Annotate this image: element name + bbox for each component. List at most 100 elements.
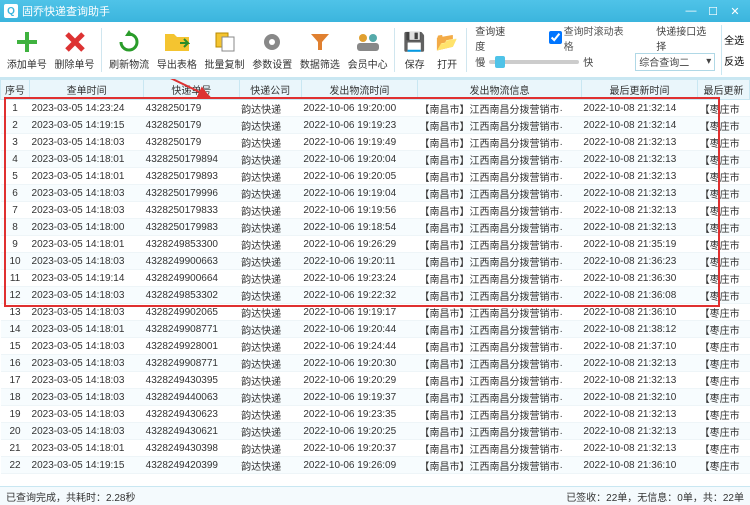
cell: 2022-10-06 19:20:05 [301, 168, 417, 185]
cell: 4328249902065 [144, 304, 239, 321]
table-row[interactable]: 82023-03-05 14:18:004328250179983韵达快递202… [1, 219, 750, 236]
cell: 2022-10-08 21:32:10 [581, 389, 697, 406]
table-row[interactable]: 72023-03-05 14:18:034328250179833韵达快递202… [1, 202, 750, 219]
add-button[interactable]: 添加单号 [4, 25, 50, 75]
cell: 4328249430395 [144, 372, 239, 389]
folder-open-icon: 📂 [433, 28, 461, 56]
member-button[interactable]: 会员中心 [345, 25, 391, 75]
cell: 2022-10-08 21:32:13 [581, 151, 697, 168]
table-row[interactable]: 192023-03-05 14:18:034328249430623韵达快递20… [1, 406, 750, 423]
cell: 2022-10-08 21:35:19 [581, 236, 697, 253]
port-combo[interactable]: 综合查询二▾ [635, 53, 715, 71]
cell: 【南昌市】江西南昌分拨营销市· [418, 321, 582, 338]
cell: 2022-10-06 19:20:00 [301, 100, 417, 117]
x-icon [61, 28, 89, 56]
cell: 【枣庄市 [698, 253, 750, 270]
cell: 韵达快递 [239, 151, 301, 168]
table-row[interactable]: 152023-03-05 14:18:034328249928001韵达快递20… [1, 338, 750, 355]
cell: 4328249430623 [144, 406, 239, 423]
data-table[interactable]: 序号查单时间快递单号快递公司发出物流时间发出物流信息最后更新时间最后更新 120… [0, 79, 750, 474]
minimize-button[interactable]: — [680, 2, 702, 20]
column-header[interactable]: 最后更新 [698, 80, 750, 100]
cell: 【南昌市】江西南昌分拨营销市· [418, 406, 582, 423]
app-icon: Q [4, 4, 18, 18]
status-bar: 已查询完成，共耗时：2.28秒 已签收：22单，无信息：0单，共：22单 [0, 486, 750, 505]
cell: 4328249420399 [144, 457, 239, 474]
table-row[interactable]: 182023-03-05 14:18:034328249440063韵达快递20… [1, 389, 750, 406]
select-all-button[interactable]: 全选反选 [721, 25, 746, 75]
export-button[interactable]: 导出表格 [154, 25, 200, 75]
cell: 2022-10-06 19:19:23 [301, 117, 417, 134]
cell: 韵达快递 [239, 253, 301, 270]
table-row[interactable]: 222023-03-05 14:19:154328249420399韵达快递20… [1, 457, 750, 474]
cell: 2022-10-06 19:19:49 [301, 134, 417, 151]
table-row[interactable]: 212023-03-05 14:18:014328249430398韵达快递20… [1, 440, 750, 457]
cell: 4328249908771 [144, 355, 239, 372]
table-row[interactable]: 62023-03-05 14:18:034328250179996韵达快递202… [1, 185, 750, 202]
table-row[interactable]: 142023-03-05 14:18:014328249908771韵达快递20… [1, 321, 750, 338]
delete-button[interactable]: 删除单号 [52, 25, 98, 75]
column-header[interactable]: 快递公司 [239, 80, 301, 100]
cell: 2022-10-08 21:32:14 [581, 117, 697, 134]
fast-label: 快 [583, 54, 593, 69]
filter-button[interactable]: 数据筛选 [297, 25, 343, 75]
table-row[interactable]: 42023-03-05 14:18:014328250179894韵达快递202… [1, 151, 750, 168]
cell: 2022-10-06 19:20:25 [301, 423, 417, 440]
maximize-button[interactable]: ☐ [702, 2, 724, 20]
cell: 【南昌市】江西南昌分拨营销市· [418, 253, 582, 270]
table-row[interactable]: 172023-03-05 14:18:034328249430395韵达快递20… [1, 372, 750, 389]
cell: 【南昌市】江西南昌分拨营销市· [418, 338, 582, 355]
cell: 2023-03-05 14:18:03 [30, 355, 144, 372]
cell: 【枣庄市 [698, 185, 750, 202]
column-header[interactable]: 快递单号 [144, 80, 239, 100]
close-button[interactable]: ✕ [724, 2, 746, 20]
cell: 2022-10-06 19:19:56 [301, 202, 417, 219]
cell: 【南昌市】江西南昌分拨营销市· [418, 202, 582, 219]
column-header[interactable]: 最后更新时间 [581, 80, 697, 100]
cell: 韵达快递 [239, 457, 301, 474]
cell: 【枣庄市 [698, 117, 750, 134]
table-row[interactable]: 162023-03-05 14:18:034328249908771韵达快递20… [1, 355, 750, 372]
table-row[interactable]: 22023-03-05 14:19:154328250179韵达快递2022-1… [1, 117, 750, 134]
cell: 【枣庄市 [698, 389, 750, 406]
cell: 22 [1, 457, 30, 474]
cell: 2022-10-08 21:32:13 [581, 355, 697, 372]
column-header[interactable]: 序号 [1, 80, 30, 100]
speed-label: 查询速度 [475, 23, 514, 53]
cell: 【枣庄市 [698, 270, 750, 287]
copy-button[interactable]: 批量复制 [202, 25, 248, 75]
cell: 2022-10-06 19:20:29 [301, 372, 417, 389]
speed-slider[interactable] [489, 60, 579, 64]
table-row[interactable]: 52023-03-05 14:18:014328250179893韵达快递202… [1, 168, 750, 185]
open-button[interactable]: 📂打开 [432, 25, 462, 75]
table-row[interactable]: 92023-03-05 14:18:014328249853300韵达快递202… [1, 236, 750, 253]
cell: 韵达快递 [239, 236, 301, 253]
refresh-button[interactable]: 刷新物流 [106, 25, 152, 75]
table-row[interactable]: 202023-03-05 14:18:034328249430621韵达快递20… [1, 423, 750, 440]
table-row[interactable]: 122023-03-05 14:18:034328249853302韵达快递20… [1, 287, 750, 304]
column-header[interactable]: 查单时间 [30, 80, 144, 100]
cell: 【枣庄市 [698, 372, 750, 389]
settings-button[interactable]: 参数设置 [249, 25, 295, 75]
column-header[interactable]: 发出物流信息 [418, 80, 582, 100]
cell: 2023-03-05 14:18:03 [30, 202, 144, 219]
cell: 2023-03-05 14:18:03 [30, 287, 144, 304]
cell: 2022-10-08 21:36:10 [581, 457, 697, 474]
cell: 【枣庄市 [698, 440, 750, 457]
cell: 2022-10-08 21:38:12 [581, 321, 697, 338]
data-table-wrap: 序号查单时间快递单号快递公司发出物流时间发出物流信息最后更新时间最后更新 120… [0, 78, 750, 486]
cell: 2023-03-05 14:18:03 [30, 304, 144, 321]
table-row[interactable]: 112023-03-05 14:19:144328249900664韵达快递20… [1, 270, 750, 287]
filter-icon [306, 28, 334, 56]
table-row[interactable]: 102023-03-05 14:18:034328249900663韵达快递20… [1, 253, 750, 270]
cell: 2022-10-06 19:20:37 [301, 440, 417, 457]
cell: 2022-10-08 21:32:14 [581, 100, 697, 117]
cell: 4328249853300 [144, 236, 239, 253]
save-button[interactable]: 💾保存 [399, 25, 429, 75]
table-row[interactable]: 132023-03-05 14:18:034328249902065韵达快递20… [1, 304, 750, 321]
table-row[interactable]: 12023-03-05 14:23:244328250179韵达快递2022-1… [1, 100, 750, 117]
scroll-checkbox[interactable]: 查询时滚动表格 [549, 23, 633, 53]
table-row[interactable]: 32023-03-05 14:18:034328250179韵达快递2022-1… [1, 134, 750, 151]
cell: 韵达快递 [239, 185, 301, 202]
column-header[interactable]: 发出物流时间 [301, 80, 417, 100]
